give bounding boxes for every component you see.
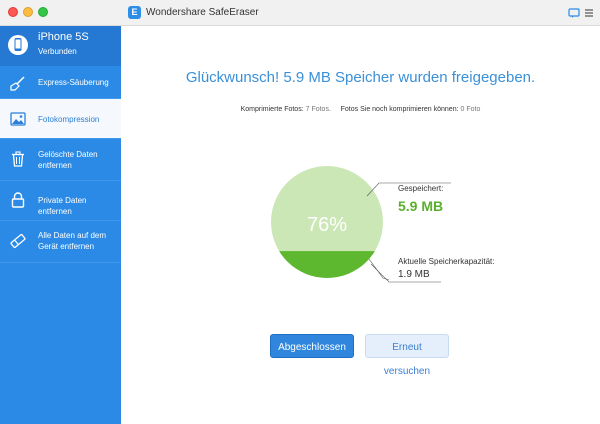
capacity-label: Aktuelle Speicherkapazität:	[398, 257, 495, 266]
device-name: iPhone 5S	[38, 31, 89, 43]
phone-icon	[8, 35, 28, 55]
success-headline: Glückwunsch! 5.9 MB Speicher wurden frei…	[185, 69, 536, 86]
sidebar-item-label: Express-Säuberung	[38, 78, 109, 87]
capacity-value: 1.9 MB	[398, 269, 430, 280]
trash-icon	[12, 151, 24, 167]
lock-icon	[11, 192, 25, 208]
feedback-icon[interactable]	[568, 7, 580, 19]
app-title: Wondershare SafeEraser	[146, 7, 259, 18]
saved-value: 5.9 MB	[398, 198, 444, 214]
done-button[interactable]: Abgeschlossen	[270, 334, 354, 358]
saved-label: Gespeichert:	[398, 184, 444, 193]
minimize-window-button[interactable]	[23, 7, 33, 17]
main-panel: Glückwunsch! 5.9 MB Speicher wurden frei…	[121, 26, 600, 424]
sidebar-item-label: Alle Daten auf dem Gerät entfernen	[38, 231, 107, 251]
sidebar-item-erase-all[interactable]: Alle Daten auf dem Gerät entfernen	[0, 221, 121, 263]
menu-icon[interactable]	[583, 7, 595, 19]
app-logo-icon: E	[128, 6, 141, 19]
eraser-icon	[10, 233, 26, 249]
device-status: Verbunden	[38, 47, 77, 56]
compressed-photos-label: Komprimierte Fotos:	[240, 106, 304, 113]
sidebar-item-photo-compression[interactable]: Fotokompression	[0, 99, 121, 139]
saved-percentage: 76%	[306, 214, 348, 236]
compression-stats: Komprimierte Fotos: 7 Fotos. Fotos Sie n…	[121, 106, 600, 113]
sidebar-item-express-cleanup[interactable]: Express-Säuberung	[0, 66, 121, 99]
app-window: E Wondershare SafeEraser iPhone 5S Verbu…	[0, 0, 600, 424]
broom-icon	[10, 76, 25, 91]
compressed-photos-value: 7 Fotos.	[305, 106, 331, 113]
sidebar-item-private-data[interactable]: Private Daten entfernen	[0, 181, 121, 221]
title-bar: E Wondershare SafeEraser	[0, 0, 600, 26]
remaining-photos-label: Fotos Sie noch komprimieren können:	[340, 106, 459, 113]
sidebar-item-label: Private Daten entfernen	[38, 196, 87, 216]
sidebar-item-deleted-data[interactable]: Gelöschte Daten entfernen	[0, 139, 121, 181]
remaining-segment	[271, 251, 383, 278]
photo-icon	[10, 112, 26, 126]
sidebar: iPhone 5S Verbunden Express-Säuberung Fo…	[0, 26, 121, 424]
maximize-window-button[interactable]	[38, 7, 48, 17]
close-window-button[interactable]	[8, 7, 18, 17]
remaining-photos-value: 0 Foto	[460, 106, 481, 113]
device-header: iPhone 5S Verbunden	[0, 26, 121, 66]
sidebar-item-label: Gelöschte Daten entfernen	[38, 150, 98, 170]
sidebar-item-label: Fotokompression	[38, 115, 100, 124]
retry-button[interactable]: Erneut versuchen	[365, 334, 449, 377]
